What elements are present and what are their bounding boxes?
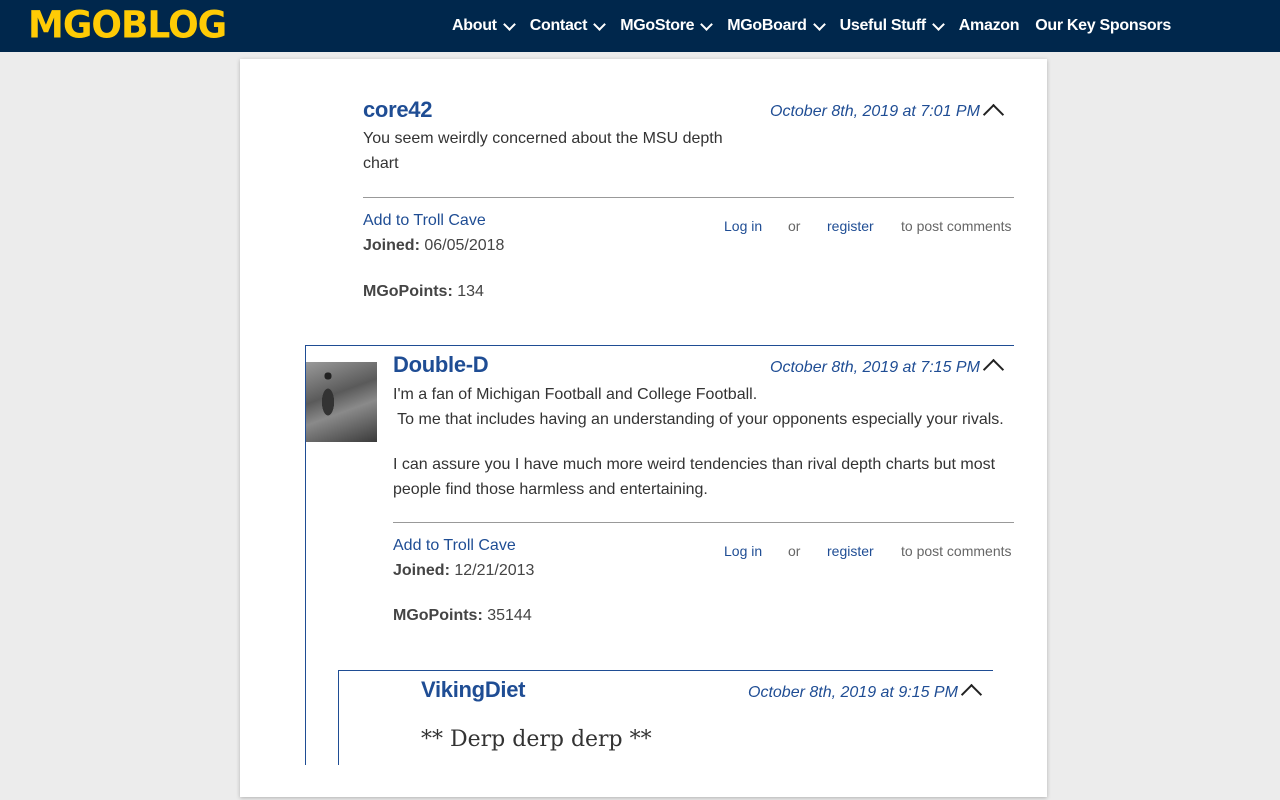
or-text: or bbox=[788, 218, 801, 234]
nav-amazon[interactable]: Amazon bbox=[958, 17, 1020, 35]
points-value: 35144 bbox=[487, 607, 532, 624]
comment-body-line: people find those harmless and entertain… bbox=[393, 481, 708, 498]
comment-body-line: To me that includes having an understand… bbox=[393, 411, 1004, 428]
nav-amazon-label: Amazon bbox=[958, 17, 1020, 34]
chevron-down-icon bbox=[502, 17, 516, 31]
post-comments-text: to post comments bbox=[901, 218, 1012, 234]
post-comments-text: to post comments bbox=[901, 543, 1012, 559]
nav-about[interactable]: About bbox=[452, 17, 516, 35]
thread-border-top bbox=[305, 345, 1014, 346]
nav-key-sponsors-label: Our Key Sponsors bbox=[1035, 17, 1171, 34]
register-link[interactable]: register bbox=[827, 218, 874, 234]
comment-divider bbox=[393, 522, 1014, 523]
comment-body-line: ** Derp derp derp ** bbox=[421, 727, 652, 752]
thread-border-top bbox=[338, 670, 993, 671]
points-row: MGoPoints: 35144 bbox=[393, 607, 532, 625]
chevron-down-icon bbox=[700, 17, 714, 31]
joined-label: Joined: bbox=[393, 562, 450, 579]
site-logo[interactable]: MGOBLOG bbox=[28, 4, 227, 47]
nav-key-sponsors[interactable]: Our Key Sponsors bbox=[1035, 17, 1171, 35]
nav-contact-label: Contact bbox=[529, 17, 588, 34]
or-text: or bbox=[788, 543, 801, 559]
comment-date[interactable]: October 8th, 2019 at 7:15 PM bbox=[770, 359, 980, 377]
comment-username[interactable]: core42 bbox=[363, 97, 432, 123]
joined-label: Joined: bbox=[363, 237, 420, 254]
comment-body-line: You seem weirdly concerned about the MSU… bbox=[363, 130, 723, 147]
comment-date[interactable]: October 8th, 2019 at 9:15 PM bbox=[748, 684, 958, 702]
chevron-down-icon bbox=[931, 17, 945, 31]
nav-about-label: About bbox=[452, 17, 497, 34]
points-value: 134 bbox=[457, 283, 484, 300]
collapse-caret-icon[interactable] bbox=[982, 358, 1005, 381]
login-link[interactable]: Log in bbox=[724, 218, 762, 234]
nav-mgostore[interactable]: MGoStore bbox=[620, 17, 714, 35]
comment-body-line: chart bbox=[363, 155, 399, 172]
comment-body-line: I can assure you I have much more weird … bbox=[393, 456, 996, 473]
main-nav: About Contact MGoStore MGoBoard Useful S… bbox=[452, 0, 1187, 52]
joined-row: Joined: 12/21/2013 bbox=[393, 562, 534, 580]
chevron-down-icon bbox=[593, 17, 607, 31]
nav-useful-stuff-label: Useful Stuff bbox=[839, 17, 926, 34]
collapse-caret-icon[interactable] bbox=[982, 103, 1005, 126]
site-header: MGOBLOG About Contact MGoStore MGoBoard … bbox=[0, 0, 1280, 52]
register-link[interactable]: register bbox=[827, 543, 874, 559]
nav-contact[interactable]: Contact bbox=[529, 17, 607, 35]
comment-username[interactable]: Double-D bbox=[393, 352, 489, 378]
add-to-troll-cave-link[interactable]: Add to Troll Cave bbox=[363, 212, 486, 230]
avatar[interactable] bbox=[306, 362, 377, 442]
joined-row: Joined: 06/05/2018 bbox=[363, 237, 504, 255]
comments-card: core42 October 8th, 2019 at 7:01 PM You … bbox=[240, 59, 1047, 797]
points-label: MGoPoints: bbox=[363, 283, 453, 300]
joined-date: 12/21/2013 bbox=[454, 562, 535, 579]
points-row: MGoPoints: 134 bbox=[363, 283, 484, 301]
thread-border-left bbox=[338, 670, 339, 765]
login-link[interactable]: Log in bbox=[724, 543, 762, 559]
comment-username[interactable]: VikingDiet bbox=[421, 677, 525, 703]
joined-date: 06/05/2018 bbox=[424, 237, 505, 254]
chevron-down-icon bbox=[812, 17, 826, 31]
nav-mgoboard-label: MGoBoard bbox=[727, 17, 807, 34]
comment-divider bbox=[363, 197, 1014, 198]
nav-useful-stuff[interactable]: Useful Stuff bbox=[839, 17, 945, 35]
add-to-troll-cave-link[interactable]: Add to Troll Cave bbox=[393, 537, 516, 555]
nav-mgostore-label: MGoStore bbox=[620, 17, 695, 34]
comment-date[interactable]: October 8th, 2019 at 7:01 PM bbox=[770, 103, 980, 121]
nav-mgoboard[interactable]: MGoBoard bbox=[727, 17, 826, 35]
points-label: MGoPoints: bbox=[393, 607, 483, 624]
collapse-caret-icon[interactable] bbox=[960, 683, 983, 706]
comment-body-line: I'm a fan of Michigan Football and Colle… bbox=[393, 386, 758, 403]
